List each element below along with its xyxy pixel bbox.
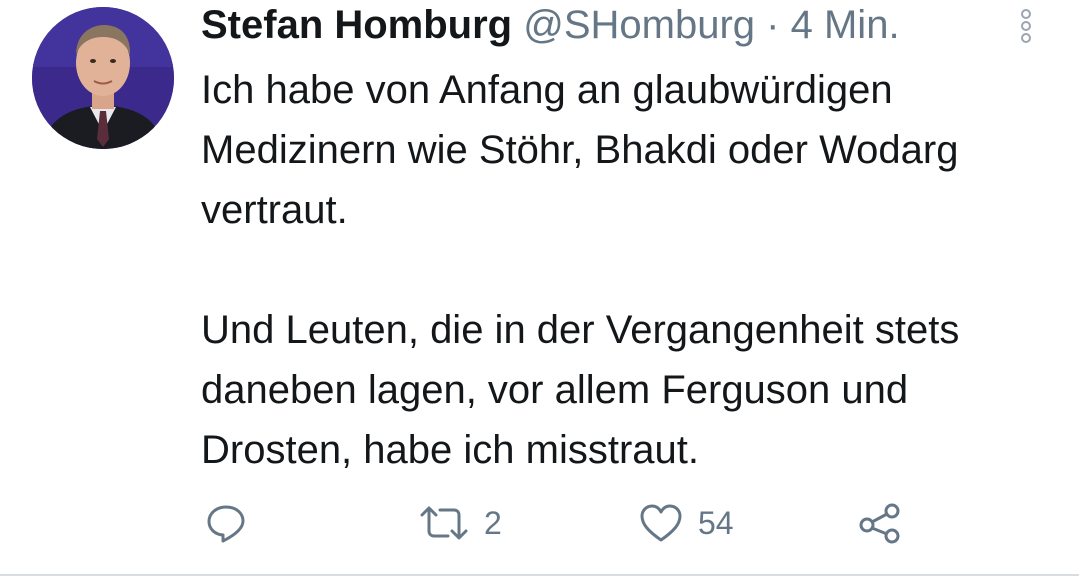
separator: · bbox=[766, 3, 780, 47]
timestamp[interactable]: 4 Min. bbox=[791, 3, 900, 47]
like-button[interactable]: 54 bbox=[638, 497, 734, 549]
author-name[interactable]: Stefan Homburg bbox=[201, 3, 512, 47]
tweet-text: Ich habe von Anfang an glaubwürdigen Med… bbox=[201, 60, 1041, 480]
reply-button[interactable] bbox=[204, 497, 248, 549]
retweet-icon bbox=[420, 506, 468, 540]
action-bar: 2 54 bbox=[0, 497, 1079, 549]
avatar[interactable] bbox=[32, 7, 174, 149]
tweet-paragraph-1: Ich habe von Anfang an glaubwürdigen Med… bbox=[201, 68, 959, 232]
tweet[interactable]: Stefan Homburg @SHomburg · 4 Min. Ich ha… bbox=[0, 0, 1079, 576]
share-icon bbox=[859, 503, 900, 544]
avatar-image bbox=[32, 7, 174, 149]
like-count: 54 bbox=[698, 504, 734, 541]
more-options-icon[interactable] bbox=[1016, 6, 1036, 46]
heart-icon bbox=[640, 504, 682, 542]
reply-icon bbox=[207, 505, 245, 543]
retweet-button[interactable]: 2 bbox=[418, 497, 502, 549]
tweet-header: Stefan Homburg @SHomburg · 4 Min. bbox=[201, 0, 900, 50]
share-button[interactable] bbox=[858, 497, 902, 549]
divider bbox=[0, 574, 1079, 576]
retweet-count: 2 bbox=[484, 504, 502, 541]
author-handle[interactable]: @SHomburg bbox=[523, 3, 755, 47]
tweet-paragraph-2: Und Leuten, die in der Vergangenheit ste… bbox=[201, 308, 960, 472]
